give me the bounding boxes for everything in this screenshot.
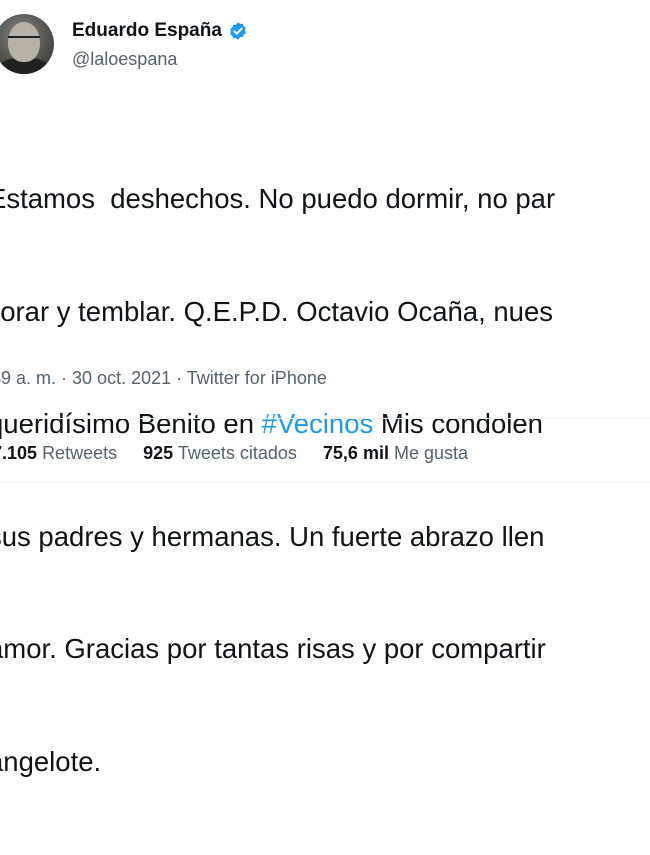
quotes-stat[interactable]: 925 Tweets citados	[143, 443, 297, 464]
tweet-line: llorar y temblar. Q.E.P.D. Octavio Ocaña…	[0, 293, 650, 331]
engagement-stats: 7.105 Retweets 925 Tweets citados 75,6 m…	[0, 443, 494, 464]
tweet-line: queridísimo Benito en #Vecinos Mis condo…	[0, 405, 650, 443]
tweet-meta: 49 a. m. · 30 oct. 2021 · Twitter for iP…	[0, 368, 327, 389]
tweet-date[interactable]: 30 oct. 2021	[72, 368, 171, 388]
author-row: Eduardo España	[72, 20, 248, 42]
divider	[0, 418, 650, 419]
retweets-stat[interactable]: 7.105 Retweets	[0, 443, 117, 464]
retweets-count: 7.105	[0, 443, 38, 463]
meta-separator: ·	[56, 368, 73, 388]
author-name[interactable]: Eduardo España	[72, 20, 222, 42]
tweet-line-text: angelote.	[0, 745, 102, 777]
likes-count: 75,6 mil	[322, 443, 389, 463]
verified-badge-icon	[230, 22, 246, 40]
likes-label: Me gusta	[393, 443, 469, 463]
tweet-line-text: queridísimo Benito en	[0, 408, 262, 439]
divider	[0, 482, 650, 483]
author-handle[interactable]: @laloespana	[72, 49, 177, 70]
tweet-text: Estamos deshechos. No puedo dormir, no p…	[0, 105, 650, 855]
quotes-label: Tweets citados	[177, 443, 297, 463]
tweet-line: angelote.	[0, 743, 650, 781]
tweet-line-text: llorar y temblar. Q.E.P.D. Octavio Ocaña…	[0, 295, 554, 327]
tweet-line-text: Mis condolen	[373, 408, 543, 439]
retweets-label: Retweets	[42, 443, 118, 463]
tweet-source[interactable]: Twitter for iPhone	[187, 368, 327, 388]
tweet-line: sus padres y hermanas. Un fuerte abrazo …	[0, 518, 650, 556]
hashtag-link[interactable]: #Vecinos	[262, 408, 374, 439]
tweet-line: amor. Gracias por tantas risas y por com…	[0, 630, 650, 668]
likes-stat[interactable]: 75,6 mil Me gusta	[323, 443, 468, 464]
tweet-line-text: amor. Gracias por tantas risas y por com…	[0, 633, 546, 664]
tweet-line-text: Estamos deshechos. No puedo dormir, no p…	[0, 183, 556, 214]
quotes-count: 925	[143, 443, 174, 463]
avatar[interactable]	[0, 14, 54, 74]
tweet-line-text: sus padres y hermanas. Un fuerte abrazo …	[0, 520, 545, 552]
tweet-time[interactable]: 49 a. m.	[0, 368, 56, 388]
tweet-line: Estamos deshechos. No puedo dormir, no p…	[0, 180, 650, 218]
meta-separator: ·	[171, 368, 187, 388]
